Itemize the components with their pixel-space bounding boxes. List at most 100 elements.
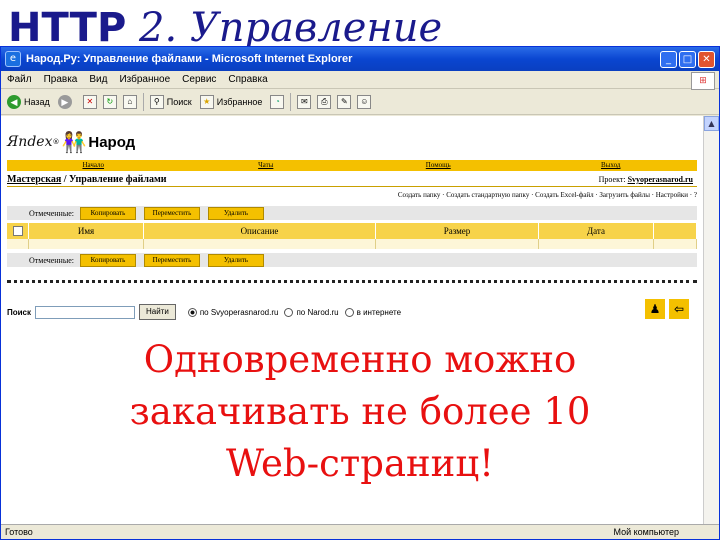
toolbar: ◀ Назад ▶ ✕ ↻ ⌂ ⚲ Поиск ★ Избранное ◔ ✉ ⎙ ✎… — [1, 89, 719, 115]
home-icon[interactable]: ⌂ — [122, 94, 137, 109]
search-icon: ⚲ — [149, 94, 164, 109]
narod-logo-text: Народ — [88, 133, 136, 151]
actions-row-bottom: Отмеченные: Копировать Переместить Удали… — [7, 253, 697, 267]
search-button[interactable]: ⚲ Поиск — [149, 94, 192, 109]
site-label: Проект: — [598, 175, 626, 184]
slide-title: HTTP 2. Управление — [8, 6, 442, 50]
print-icon[interactable]: ⎙ — [317, 94, 332, 109]
toolbar-separator — [142, 92, 144, 111]
status-bar: Готово Мой компьютер — [1, 524, 719, 539]
radio-internet[interactable] — [344, 307, 354, 317]
menu-file[interactable]: Файл — [7, 74, 32, 85]
security-zone: Мой компьютер — [613, 527, 679, 537]
search-input[interactable] — [35, 305, 136, 319]
scroll-up-arrow-icon[interactable]: ▲ — [704, 116, 719, 131]
history-icon[interactable]: ◔ — [270, 94, 285, 109]
tools-links[interactable]: Создать папку · Создать стандартную папк… — [7, 190, 697, 200]
overlay-line: Одновременно можно — [143, 338, 577, 381]
radio-internet-label: в интернете — [356, 307, 402, 317]
menu-edit[interactable]: Правка — [44, 74, 78, 85]
search-label: Поиск — [166, 96, 192, 107]
star-icon: ★ — [199, 94, 214, 109]
column-date[interactable]: Дата — [539, 223, 654, 239]
favorites-label: Избранное — [216, 96, 263, 107]
nav-link-chats[interactable]: Чаты — [180, 160, 353, 171]
toolbar-separator — [290, 92, 292, 111]
move-button[interactable]: Переместить — [143, 253, 200, 267]
forward-button[interactable]: ▶ — [57, 94, 75, 109]
narod-logo[interactable]: Яndex ® 👫 Народ — [7, 130, 135, 154]
corner-icons: ♟ ⇦ — [641, 299, 689, 319]
messenger-icon[interactable]: ☺ — [357, 94, 372, 109]
close-button[interactable]: ✕ — [698, 50, 715, 68]
nav-link-start[interactable]: Начало — [7, 160, 180, 171]
actions-row-top: Отмеченные: Копировать Переместить Удали… — [7, 206, 697, 220]
menu-favorites[interactable]: Избранное — [119, 74, 170, 85]
ie-icon: e — [5, 51, 21, 67]
radio-narod-label: по Narod.ru — [296, 307, 339, 317]
files-table-header: Имя Описание Размер Дата — [7, 223, 697, 239]
breadcrumb: Мастерская / Управление файлами Проект: … — [7, 173, 697, 187]
menu-tools[interactable]: Сервис — [182, 74, 216, 85]
window-title: Народ.Ру: Управление файлами - Microsoft… — [26, 53, 353, 65]
search-label: Поиск — [7, 307, 32, 317]
find-button[interactable]: Найти — [139, 304, 176, 320]
table-cell — [539, 239, 654, 249]
edit-icon[interactable]: ✎ — [337, 94, 352, 109]
nav-bar: Начало Чаты Помощь Выход — [7, 160, 697, 171]
nav-link-exit[interactable]: Выход — [525, 160, 698, 171]
copy-button[interactable]: Копировать — [79, 206, 136, 220]
select-all-checkbox[interactable] — [7, 223, 29, 239]
overlay-line: Web-страниц! — [225, 442, 494, 485]
table-row — [7, 239, 697, 249]
back-button[interactable]: ◀ Назад — [7, 94, 50, 109]
table-cell — [376, 239, 539, 249]
slide-title-bold: HTTP — [8, 5, 127, 51]
actions-label: Отмеченные: — [29, 208, 74, 218]
column-extra — [654, 223, 697, 239]
delete-button[interactable]: Удалить — [207, 253, 264, 267]
status-text: Готово — [5, 527, 33, 537]
site-link[interactable]: Svyoperasnarod.ru — [628, 175, 693, 184]
title-bar[interactable]: e Народ.Ру: Управление файлами - Microso… — [1, 47, 719, 71]
radio-narod[interactable] — [284, 307, 294, 317]
delete-button[interactable]: Удалить — [207, 206, 264, 220]
mail-icon[interactable]: ✉ — [297, 94, 312, 109]
actions-label: Отмеченные: — [29, 255, 74, 265]
checkbox-box — [12, 226, 23, 236]
menu-help[interactable]: Справка — [228, 74, 267, 85]
people-icon: 👫 — [61, 130, 87, 154]
forward-arrow-icon: ▶ — [57, 94, 72, 109]
table-cell — [144, 239, 376, 249]
yandex-logo: Яndex — [7, 134, 53, 150]
breadcrumb-current: / Управление файлами — [61, 174, 167, 185]
back-label: Назад — [24, 96, 50, 107]
column-size[interactable]: Размер — [376, 223, 539, 239]
radio-site-label: по Svyoperasnarod.ru — [199, 307, 279, 317]
breadcrumb-root[interactable]: Мастерская — [7, 174, 61, 185]
minimize-button[interactable]: _ — [660, 50, 677, 68]
column-name[interactable]: Имя — [29, 223, 144, 239]
copy-button[interactable]: Копировать — [79, 253, 136, 267]
move-button[interactable]: Переместить — [143, 206, 200, 220]
column-description[interactable]: Описание — [144, 223, 376, 239]
search-form: Поиск Найти по Svyoperasnarod.ru по Naro… — [7, 304, 401, 320]
people-icon[interactable]: ♟ — [645, 299, 665, 319]
dotted-divider — [7, 280, 697, 286]
slide-title-rest: 2. Управление — [126, 5, 443, 51]
site-info: Проект: Svyoperasnarod.ru — [599, 173, 693, 186]
overlay-line: закачивать не более 10 — [129, 390, 591, 433]
menu-view[interactable]: Вид — [89, 74, 107, 85]
menu-bar: Файл Правка Вид Избранное Сервис Справка… — [1, 71, 719, 90]
maximize-button[interactable]: □ — [679, 50, 696, 68]
table-cell — [654, 239, 697, 249]
nav-link-help[interactable]: Помощь — [352, 160, 525, 171]
windows-logo-icon: ⊞ — [691, 72, 715, 90]
stop-icon[interactable]: ✕ — [82, 94, 97, 109]
overlay-message: Одновременно можно закачивать не более 1… — [0, 334, 720, 490]
refresh-icon[interactable]: ↻ — [102, 94, 117, 109]
exit-icon[interactable]: ⇦ — [669, 299, 689, 319]
radio-site[interactable] — [187, 307, 197, 317]
table-cell — [7, 239, 29, 249]
favorites-button[interactable]: ★ Избранное — [199, 94, 263, 109]
